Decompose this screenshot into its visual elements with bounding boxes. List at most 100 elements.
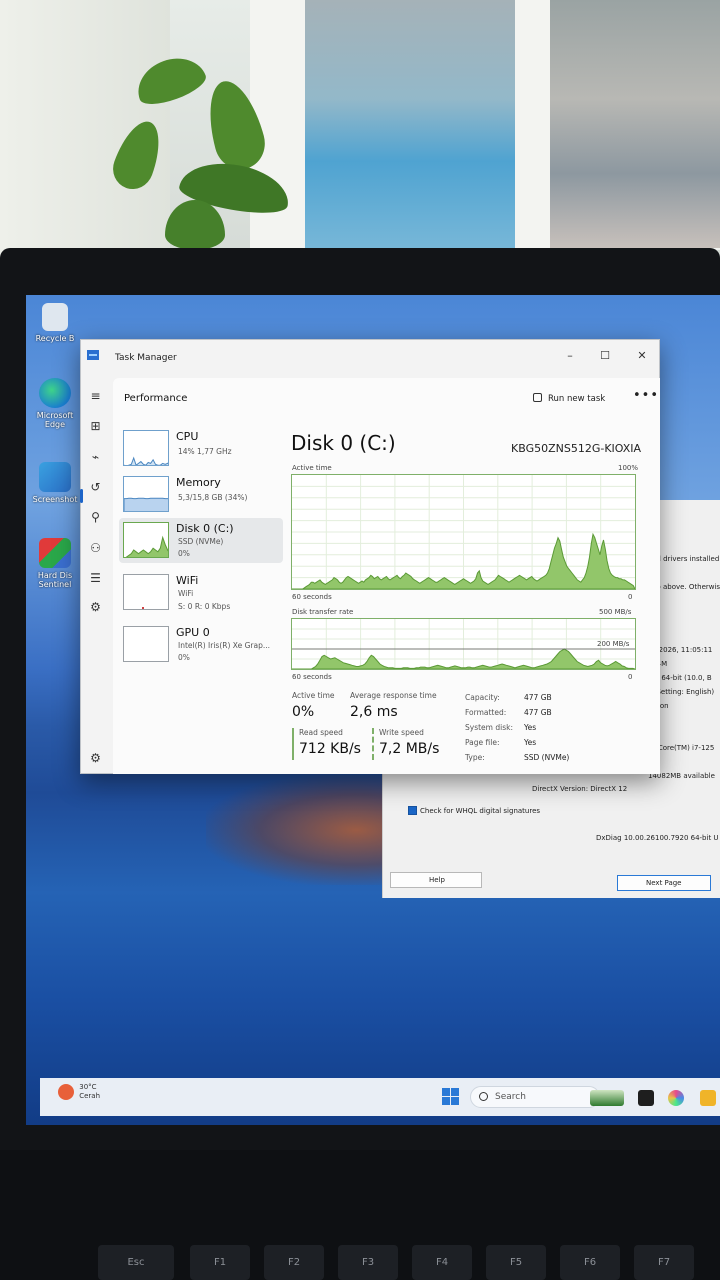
window-title: Task Manager (115, 353, 177, 363)
keyboard-key[interactable]: F5 (486, 1245, 546, 1280)
system-disk-value: Yes (524, 723, 537, 732)
resource-detail: WiFi (178, 589, 194, 598)
copilot-icon[interactable] (668, 1090, 684, 1106)
window-glass-right (550, 0, 720, 248)
graph-min-value: 0 (628, 673, 633, 681)
active-time-graph (291, 474, 636, 590)
resource-name: CPU (176, 430, 199, 443)
screenshot-app-icon (39, 462, 71, 492)
run-task-icon (533, 393, 542, 402)
services-icon[interactable]: ⚙ (88, 600, 103, 615)
selected-indicator (80, 489, 83, 503)
minimize-button[interactable]: – (555, 345, 585, 367)
desktop-icon-hard-disk-sentinel[interactable]: Hard Dis Sentinel (32, 538, 78, 589)
keyboard-key[interactable]: F3 (338, 1245, 398, 1280)
keyboard-key[interactable]: F6 (560, 1245, 620, 1280)
active-time-max: 100% (618, 464, 639, 472)
type-label: Type: (465, 753, 485, 762)
help-button[interactable]: Help (390, 872, 482, 888)
graph-time-span: 60 seconds (292, 593, 332, 601)
write-speed-value: 7,2 MB/s (379, 741, 440, 757)
resource-disk[interactable]: Disk 0 (C:) SSD (NVMe) 0% (121, 522, 281, 568)
keyboard-key[interactable]: F2 (264, 1245, 324, 1280)
hamburger-menu-icon[interactable]: ≡ (88, 389, 103, 404)
desktop-icon-label: Screenshot (32, 495, 78, 504)
close-button[interactable]: ✕ (627, 345, 657, 367)
avg-response-value: 2,6 ms (350, 704, 398, 720)
cpu-thumbnail-graph (123, 430, 169, 466)
performance-panel: Performance Run new task ••• CPU 14% 1,7… (113, 378, 660, 774)
windows-logo-icon (442, 1088, 450, 1096)
maximize-button[interactable]: ☐ (590, 345, 620, 367)
disk-title: Disk 0 (C:) (291, 431, 396, 455)
navigation-sidebar: ≡ ⊞ ⌁ ↺ ⚲ ⚇ ☰ ⚙ ⚙ (80, 378, 111, 774)
task-manager-window[interactable]: Task Manager – ☐ ✕ ≡ ⊞ ⌁ ↺ ⚲ ⚇ ☰ ⚙ ⚙ Per… (80, 339, 660, 774)
next-page-button[interactable]: Next Page (617, 875, 711, 891)
formatted-label: Formatted: (465, 708, 507, 717)
whql-checkbox[interactable] (408, 806, 417, 815)
window-glass-left (305, 0, 515, 248)
taskbar-search[interactable]: Search (470, 1086, 600, 1108)
active-time-label: Active time (292, 464, 332, 472)
wifi-thumbnail-graph (123, 574, 169, 610)
resource-memory[interactable]: Memory 5,3/15,8 GB (34%) (121, 476, 281, 522)
memory-thumb-svg (124, 497, 168, 511)
processes-icon[interactable]: ⊞ (88, 419, 103, 434)
resource-name: GPU 0 (176, 626, 210, 639)
resource-wifi[interactable]: WiFi WiFi S: 0 R: 0 Kbps (121, 574, 281, 620)
hard-disk-sentinel-icon (39, 538, 71, 568)
resource-detail: SSD (NVMe) (178, 537, 224, 546)
app-history-icon[interactable]: ↺ (88, 480, 103, 495)
resource-name: Disk 0 (C:) (176, 522, 234, 535)
disk-thumbnail-graph (123, 522, 169, 558)
type-value: SSD (NVMe) (524, 753, 570, 762)
wifi-thumb-svg (142, 607, 144, 609)
desktop-icon-screenshot[interactable]: Screenshot (32, 462, 78, 504)
keyboard-key[interactable]: F7 (634, 1245, 694, 1280)
search-icon (479, 1092, 488, 1101)
performance-icon[interactable]: ⌁ (88, 450, 103, 465)
desktop-icon-recycle-bin[interactable]: Recycle B (32, 303, 78, 343)
active-time-graph-svg (292, 475, 635, 589)
page-file-value: Yes (524, 738, 537, 747)
desktop-icon-label: Microsoft Edge (36, 411, 74, 429)
desktop-icon-edge[interactable]: Microsoft Edge (32, 378, 78, 429)
write-speed-label: Write speed (379, 728, 424, 737)
photo-scene: Recycle B Microsoft Edge Screenshot Hard… (0, 0, 720, 1280)
read-speed-box: Read speed 712 KB/s (292, 728, 362, 760)
help-button-label: Help (429, 876, 445, 884)
file-explorer-icon[interactable] (700, 1090, 716, 1106)
graph-min-value: 0 (628, 593, 633, 601)
startup-apps-icon[interactable]: ⚲ (88, 510, 103, 525)
memory-thumb-area (124, 497, 168, 511)
desktop-icon-label: Recycle B (35, 334, 75, 343)
resource-gpu[interactable]: GPU 0 Intel(R) Iris(R) Xe Grap... 0% (121, 626, 281, 672)
resource-cpu[interactable]: CPU 14% 1,77 GHz (121, 430, 281, 476)
more-options-icon[interactable]: ••• (633, 388, 659, 403)
task-view-icon[interactable] (638, 1090, 654, 1106)
weather-description: Cerah (79, 1092, 101, 1100)
write-speed-box: Write speed 7,2 MB/s (372, 728, 452, 760)
resource-detail: 5,3/15,8 GB (34%) (178, 493, 248, 502)
transfer-rate-marker: 200 MB/s (597, 640, 630, 648)
capacity-value: 477 GB (524, 693, 552, 702)
keyboard-key[interactable]: F1 (190, 1245, 250, 1280)
start-button[interactable] (442, 1088, 460, 1106)
page-title: Performance (124, 393, 188, 404)
capacity-label: Capacity: (465, 693, 500, 702)
landscape-widget-icon[interactable] (590, 1090, 624, 1106)
page-file-label: Page file: (465, 738, 500, 747)
transfer-rate-graph (291, 618, 636, 670)
settings-icon[interactable]: ⚙ (88, 751, 103, 766)
title-bar[interactable]: Task Manager – ☐ ✕ (81, 340, 661, 378)
edge-icon (39, 378, 71, 408)
details-icon[interactable]: ☰ (88, 571, 103, 586)
users-icon[interactable]: ⚇ (88, 541, 103, 556)
cpu-thumb-area (124, 456, 168, 465)
run-new-task-button[interactable]: Run new task (533, 393, 605, 404)
keyboard-key[interactable]: F4 (412, 1245, 472, 1280)
weather-widget[interactable]: 30°C Cerah (58, 1083, 100, 1101)
next-page-button-label: Next Page (646, 879, 682, 887)
keyboard-key[interactable]: Esc (98, 1245, 174, 1280)
disk-thumb-svg (125, 535, 168, 557)
